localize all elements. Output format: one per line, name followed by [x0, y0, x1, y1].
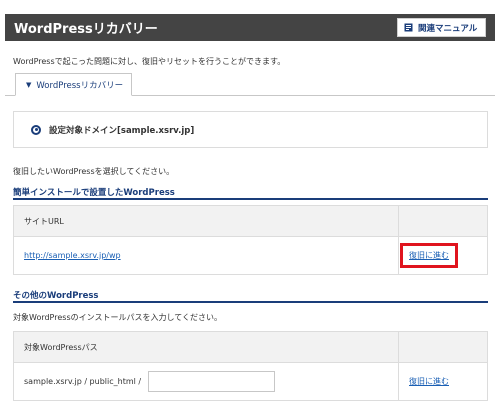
recover-button-other[interactable]: 復旧に進む: [409, 377, 449, 386]
path-prefix: sample.xsrv.jp / public_html /: [24, 377, 142, 386]
page-title: WordPressリカバリー: [14, 22, 158, 37]
path-cell: sample.xsrv.jp / public_html /: [13, 362, 399, 401]
target-domain-option[interactable]: 設定対象ドメイン[sample.xsrv.jp]: [13, 111, 488, 148]
related-manual-button[interactable]: 関連マニュアル: [397, 18, 486, 37]
select-prompt: 復旧したいWordPressを選択してください。: [13, 167, 175, 176]
tab-wordpress-recovery[interactable]: ▼ WordPressリカバリー: [15, 73, 132, 96]
action-column-header: [398, 205, 488, 237]
action-column-header: [398, 331, 488, 363]
easy-install-section-title: 簡単インストールで設置したWordPress: [13, 188, 175, 198]
path-column-header: 対象WordPressパス: [13, 331, 399, 363]
table-header-row: 対象WordPressパス: [13, 331, 488, 363]
other-description: 対象WordPressのインストールパスを入力してください。: [13, 313, 222, 322]
other-wordpress-table: 対象WordPressパス sample.xsrv.jp / public_ht…: [13, 331, 488, 401]
action-cell: 復旧に進む: [398, 362, 488, 401]
table-row: http://sample.xsrv.jp/wp 復旧に進む: [13, 236, 488, 275]
table-row: sample.xsrv.jp / public_html / 復旧に進む: [13, 362, 488, 401]
intro-text: WordPressで起こった問題に対し、復旧やリセットを行うことができます。: [13, 57, 286, 66]
install-path-input[interactable]: [147, 371, 275, 392]
page-header: WordPressリカバリー 関連マニュアル: [5, 14, 495, 41]
table-header-row: サイトURL: [13, 205, 488, 237]
tab-bar: ▼ WordPressリカバリー: [5, 73, 495, 96]
site-url-column-header: サイトURL: [13, 205, 399, 237]
book-icon: [404, 23, 413, 32]
other-section-title: その他のWordPress: [13, 291, 99, 301]
site-url-cell: http://sample.xsrv.jp/wp: [13, 236, 399, 275]
recover-button[interactable]: 復旧に進む: [409, 251, 449, 260]
section-divider: [13, 301, 488, 303]
easy-install-table: サイトURL http://sample.xsrv.jp/wp 復旧に進む: [13, 205, 488, 275]
highlight-box: 復旧に進む: [400, 243, 458, 268]
tab-label: WordPressリカバリー: [36, 80, 124, 91]
site-url-link[interactable]: http://sample.xsrv.jp/wp: [24, 251, 121, 260]
chevron-down-icon: ▼: [26, 80, 32, 89]
related-manual-label: 関連マニュアル: [418, 23, 478, 34]
target-domain-label: 設定対象ドメイン[sample.xsrv.jp]: [49, 125, 195, 136]
section-divider: [13, 198, 488, 200]
action-cell: 復旧に進む: [398, 236, 488, 275]
radio-selected-icon[interactable]: [31, 124, 41, 135]
